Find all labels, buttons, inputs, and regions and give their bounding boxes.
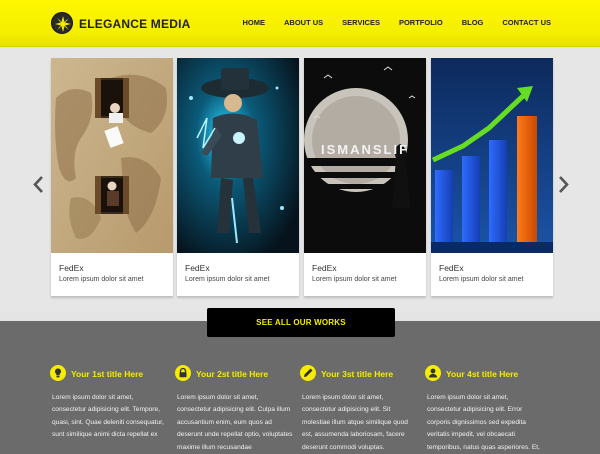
poster-lettering: ISMANSLIF — [321, 142, 409, 157]
card-description: Lorem ipsum dolor sit amet — [312, 276, 397, 283]
portfolio-image-growth[interactable] — [431, 58, 553, 253]
nav-services[interactable]: SERVICES — [342, 18, 380, 27]
portfolio-image-poster[interactable]: ISMANSLIF — [304, 58, 426, 253]
card-description: Lorem ipsum dolor sit amet — [185, 276, 270, 283]
feature-title: Your 1st title Here — [71, 369, 144, 379]
card-title[interactable]: FedEx — [59, 263, 84, 273]
portfolio-image-map[interactable] — [51, 58, 173, 253]
card-description: Lorem ipsum dolor sit amet — [439, 276, 524, 283]
user-icon — [425, 365, 441, 381]
brand-name[interactable]: ELEGANCE MEDIA — [79, 17, 190, 31]
card-title[interactable]: FedEx — [312, 263, 337, 273]
nav-home[interactable]: HOME — [243, 18, 266, 27]
portfolio-card[interactable]: FedEx Lorem ipsum dolor sit amet — [51, 58, 173, 296]
feature-title: Your 4st title Here — [446, 369, 519, 379]
site-header: ELEGANCE MEDIA HOME ABOUT US SERVICES PO… — [0, 0, 600, 47]
feature-text: Lorem ipsum dolor sit amet, consectetur … — [427, 394, 540, 451]
main-nav: HOME ABOUT US SERVICES PORTFOLIO BLOG CO… — [224, 18, 552, 27]
portfolio-image-fantasy[interactable] — [177, 58, 299, 253]
nav-contact-us[interactable]: CONTACT US — [502, 18, 551, 27]
card-title[interactable]: FedEx — [185, 263, 210, 273]
nav-portfolio[interactable]: PORTFOLIO — [399, 18, 443, 27]
portfolio-card[interactable]: ISMANSLIF FedEx Lorem ipsum dolor sit am… — [304, 58, 426, 296]
logo-icon[interactable] — [51, 12, 73, 34]
feature-text: Lorem ipsum dolor sit amet, consectetur … — [302, 394, 408, 451]
lock-icon — [175, 365, 191, 381]
feature-text: Lorem ipsum dolor sit amet, consectetur … — [52, 394, 164, 439]
card-title[interactable]: FedEx — [439, 263, 464, 273]
pencil-icon — [300, 365, 316, 381]
portfolio-card[interactable]: FedEx Lorem ipsum dolor sit amet — [431, 58, 553, 296]
feature-title: Your 3st title Here — [321, 369, 394, 379]
lightbulb-icon — [50, 365, 66, 381]
see-all-works-button[interactable]: SEE ALL OUR WORKS — [207, 308, 395, 337]
feature-text: Lorem ipsum dolor sit amet, consectetur … — [177, 394, 293, 451]
nav-blog[interactable]: BLOG — [462, 18, 484, 27]
slider-next-icon[interactable] — [558, 176, 569, 193]
portfolio-card[interactable]: FedEx Lorem ipsum dolor sit amet — [177, 58, 299, 296]
slider-prev-icon[interactable] — [33, 176, 44, 193]
feature-title: Your 2st title Here — [196, 369, 269, 379]
card-description: Lorem ipsum dolor sit amet — [59, 276, 144, 283]
nav-about-us[interactable]: ABOUT US — [284, 18, 323, 27]
